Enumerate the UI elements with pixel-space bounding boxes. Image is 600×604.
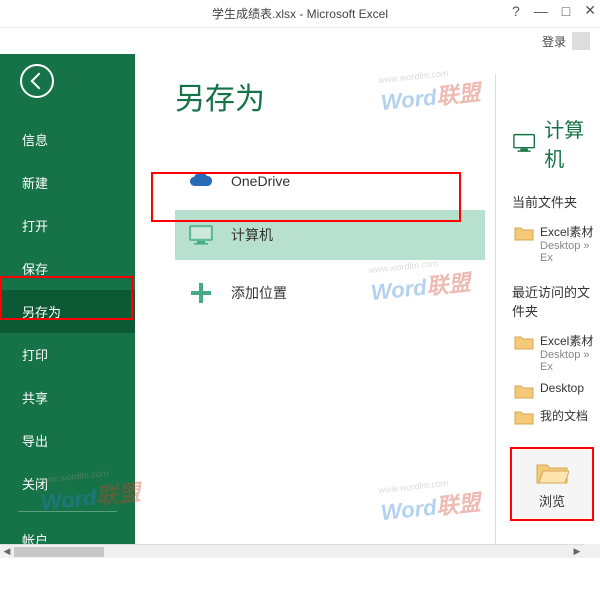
nav-share[interactable]: 共享: [0, 376, 135, 419]
folder-path: Desktop » Ex: [540, 240, 598, 264]
folder-name: Excel素材: [540, 332, 598, 349]
nav-print[interactable]: 打印: [0, 333, 135, 376]
scroll-right-icon[interactable]: ▶: [570, 546, 584, 557]
close-icon[interactable]: ✕: [584, 2, 596, 19]
right-title: 计算机: [544, 114, 600, 172]
folder-icon: [514, 225, 534, 241]
folder-open-icon: [535, 459, 569, 485]
folder-icon: [514, 383, 534, 399]
folder-icon: [514, 409, 534, 425]
folder-row[interactable]: Excel素材 Desktop » Ex: [512, 219, 600, 268]
cloud-icon: [185, 172, 217, 190]
scroll-thumb[interactable]: [14, 547, 104, 557]
page-title: 另存为: [175, 74, 485, 118]
folder-icon: [514, 334, 534, 350]
avatar-icon[interactable]: [572, 32, 590, 50]
login-bar: 登录: [0, 28, 600, 54]
location-onedrive[interactable]: OneDrive: [175, 158, 485, 204]
window-controls: ? — □ ✕: [512, 2, 596, 19]
location-label: 计算机: [231, 225, 273, 245]
location-add[interactable]: 添加位置: [175, 266, 485, 320]
help-icon[interactable]: ?: [512, 3, 520, 19]
back-button[interactable]: [20, 64, 54, 98]
nav-save[interactable]: 保存: [0, 247, 135, 290]
title-bar: 学生成绩表.xlsx - Microsoft Excel ? — □ ✕: [0, 0, 600, 28]
window-title: 学生成绩表.xlsx - Microsoft Excel: [212, 5, 388, 22]
folder-name: Desktop: [540, 381, 584, 395]
sidebar: 信息 新建 打开 保存 另存为 打印 共享 导出 关闭 帐户 选项: [0, 54, 135, 558]
login-link[interactable]: 登录: [542, 33, 566, 50]
location-label: 添加位置: [231, 283, 287, 303]
folder-row[interactable]: 我的文档: [512, 403, 600, 429]
computer-icon: [512, 132, 536, 154]
scroll-track[interactable]: [14, 546, 570, 558]
nav-new[interactable]: 新建: [0, 161, 135, 204]
folder-path: Desktop » Ex: [540, 349, 598, 373]
nav-separator: [18, 511, 117, 512]
computer-icon: [185, 224, 217, 246]
recent-folders-label: 最近访问的文件夹: [512, 282, 600, 320]
locations-column: 另存为 OneDrive 计算机 添加位置: [175, 74, 485, 558]
maximize-icon[interactable]: □: [562, 3, 570, 19]
nav-export[interactable]: 导出: [0, 419, 135, 462]
minimize-icon[interactable]: —: [534, 3, 548, 19]
location-label: OneDrive: [231, 173, 290, 189]
right-header: 计算机: [512, 114, 600, 172]
location-computer[interactable]: 计算机: [175, 210, 485, 260]
right-panel: 计算机 当前文件夹 Excel素材 Desktop » Ex 最近访问的文件夹 …: [495, 74, 600, 558]
folder-row[interactable]: Desktop: [512, 377, 600, 403]
browse-button[interactable]: 浏览: [512, 449, 592, 519]
nav-info[interactable]: 信息: [0, 118, 135, 161]
horizontal-scrollbar[interactable]: ◀ ▶: [0, 544, 584, 558]
scroll-corner: [584, 544, 600, 558]
nav-options[interactable]: 选项: [0, 561, 135, 604]
nav-saveas[interactable]: 另存为: [0, 290, 135, 333]
scroll-left-icon[interactable]: ◀: [0, 546, 14, 557]
content-area: 另存为 OneDrive 计算机 添加位置: [135, 54, 600, 558]
folder-name: 我的文档: [540, 407, 588, 424]
folder-name: Excel素材: [540, 223, 598, 240]
add-icon: [185, 280, 217, 306]
nav-close[interactable]: 关闭: [0, 462, 135, 505]
folder-row[interactable]: Excel素材 Desktop » Ex: [512, 328, 600, 377]
nav-open[interactable]: 打开: [0, 204, 135, 247]
current-folder-label: 当前文件夹: [512, 192, 600, 211]
main-area: 信息 新建 打开 保存 另存为 打印 共享 导出 关闭 帐户 选项 另存为 On…: [0, 54, 600, 558]
browse-label: 浏览: [539, 491, 565, 510]
